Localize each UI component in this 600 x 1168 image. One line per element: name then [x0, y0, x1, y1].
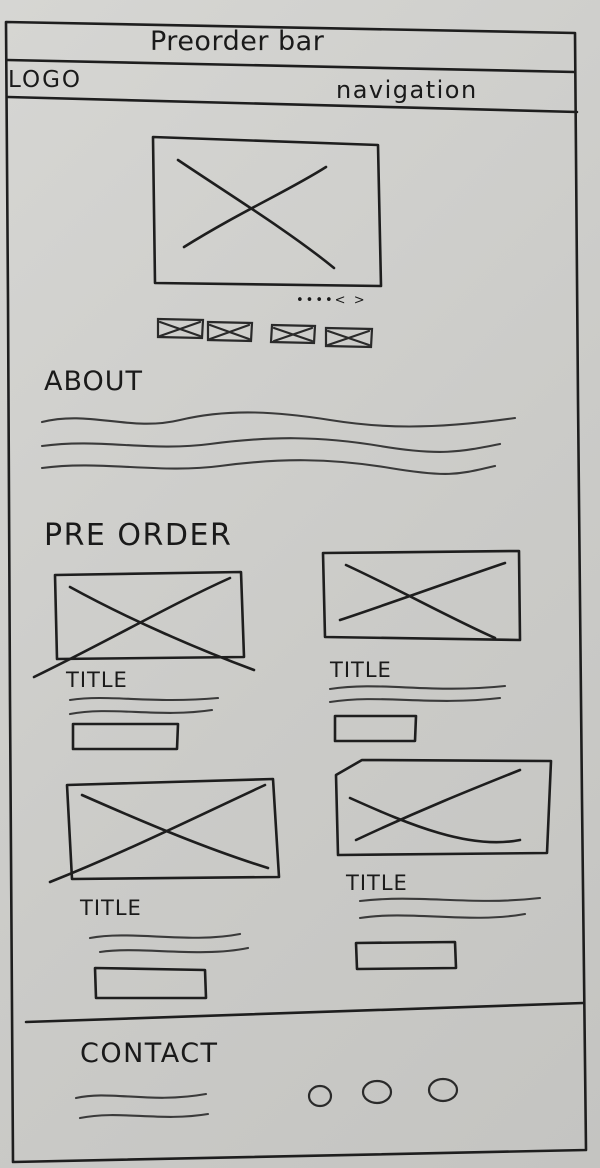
preorder-heading: PRE ORDER [44, 518, 233, 553]
about-heading: ABOUT [44, 366, 144, 397]
product-2-image-placeholder [321, 549, 522, 642]
product-3-button [93, 966, 208, 1000]
product-3-desc-line-2 [98, 946, 250, 954]
product-2-desc-line-2 [328, 696, 502, 704]
product-1-image-placeholder [32, 570, 256, 679]
product-2-desc-line-1 [328, 684, 507, 691]
product-2-title: TITLE [330, 658, 392, 682]
product-4-button [354, 940, 458, 971]
product-3-image-placeholder [48, 777, 281, 884]
social-icon-1 [307, 1084, 333, 1108]
navigation-label[interactable]: navigation [336, 76, 478, 104]
product-2-button [333, 714, 418, 743]
product-1-title: TITLE [66, 668, 128, 692]
thumbnail-2 [206, 320, 254, 343]
product-1-desc-line-1 [68, 696, 220, 702]
product-3-title: TITLE [80, 896, 142, 920]
product-1-desc-line-2 [68, 708, 214, 716]
page-border [4, 20, 588, 1164]
product-3-desc-line-1 [88, 932, 242, 940]
about-text-line-3 [40, 459, 497, 475]
product-4-title: TITLE [346, 871, 408, 895]
wireframe-drawing [4, 20, 588, 1164]
product-4-desc-line-2 [358, 912, 527, 920]
contact-text-line-1 [74, 1092, 208, 1100]
social-icon-2 [361, 1079, 393, 1105]
social-icon-3 [427, 1077, 459, 1103]
contact-text-line-2 [78, 1112, 210, 1120]
product-4-image-placeholder [334, 758, 553, 857]
footer-divider [24, 1001, 585, 1024]
thumbnail-3 [269, 323, 317, 345]
logo[interactable]: LOGO [8, 67, 82, 93]
thumbnail-4 [324, 326, 374, 349]
header-divider [6, 95, 579, 114]
contact-heading: CONTACT [80, 1038, 219, 1069]
product-4-desc-line-1 [358, 896, 542, 903]
about-text-line-1 [40, 411, 517, 428]
hero-image-placeholder [151, 135, 383, 288]
preorder-bar-divider [5, 58, 577, 74]
product-1-button [71, 722, 180, 751]
thumbnail-1 [156, 317, 205, 340]
about-text-line-2 [40, 437, 502, 453]
carousel-controls[interactable]: ••••< > [296, 293, 367, 308]
preorder-bar-label[interactable]: Preorder bar [150, 26, 324, 57]
